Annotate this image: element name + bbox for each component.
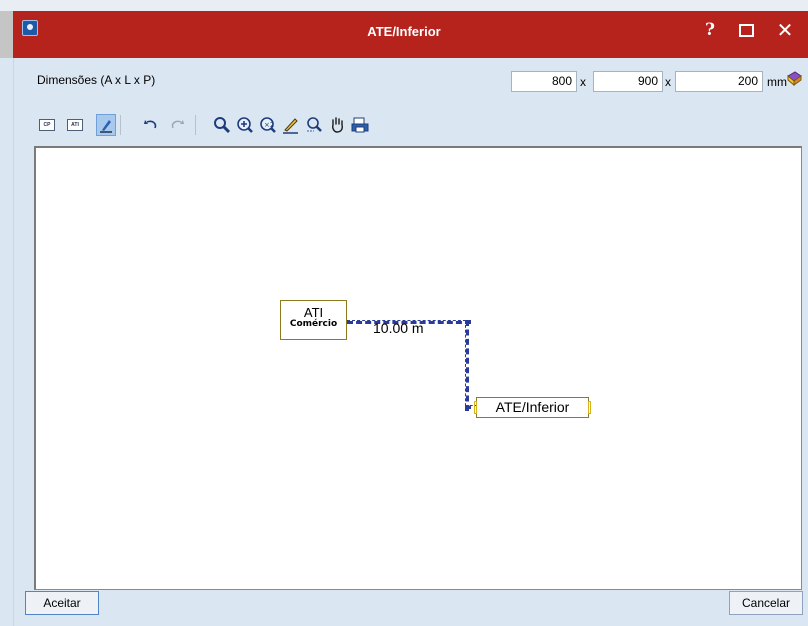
distance-label: 10.00 m [373, 320, 424, 336]
dimension-l-field[interactable]: 900 [593, 71, 663, 92]
zoom-out-icon[interactable] [304, 114, 324, 136]
ati-view-button[interactable]: ATI [65, 114, 85, 136]
toolbar-separator [120, 115, 121, 135]
dimensions-label: Dimensões (A x L x P) [37, 73, 156, 87]
zoom-in-icon[interactable] [235, 114, 255, 136]
toolbar-separator [195, 115, 196, 135]
book-icon[interactable] [786, 71, 802, 87]
ate-node[interactable]: ATE/Inferior [476, 397, 589, 418]
cp-view-button[interactable]: CP [37, 114, 57, 136]
svg-text:×2: ×2 [264, 121, 274, 129]
zoom-window-icon[interactable]: ×2 [258, 114, 278, 136]
redo-icon[interactable] [167, 114, 187, 136]
dimension-a-field[interactable]: 800 [511, 71, 577, 92]
ati-node-subtitle: Comércio [289, 319, 338, 329]
title-bar: ATE/Inferior ? ✕ [0, 0, 808, 58]
ati-node[interactable]: ATI Comércio [280, 300, 347, 340]
dimension-p-field[interactable]: 200 [675, 71, 763, 92]
ati-node-title: ATI [303, 305, 324, 320]
window-top-strip [0, 0, 808, 11]
dimension-separator: x [580, 75, 586, 89]
window-title: ATE/Inferior [367, 24, 441, 39]
drawing-canvas[interactable] [34, 146, 802, 590]
help-icon[interactable]: ? [695, 18, 725, 42]
edit-mode-icon [100, 120, 112, 133]
close-icon[interactable]: ✕ [770, 18, 800, 42]
accept-button[interactable]: Aceitar [25, 591, 99, 615]
edit-icon[interactable] [281, 114, 301, 136]
ate-node-label: ATE/Inferior [495, 399, 570, 415]
dialog-window: ATE/Inferior ? ✕ Dimensões (A x L x P) 8… [0, 0, 808, 626]
cancel-button[interactable]: Cancelar [729, 591, 803, 615]
undo-icon[interactable] [141, 114, 161, 136]
cp-view-label: CP [39, 119, 55, 131]
node-connector-left [474, 401, 477, 414]
connection-line [465, 320, 469, 411]
node-connector-right [588, 401, 591, 414]
edit-mode-button[interactable] [96, 114, 116, 136]
print-icon[interactable] [350, 114, 370, 136]
pan-hand-icon[interactable] [327, 114, 347, 136]
dimension-unit: mm [767, 75, 787, 89]
ati-view-label: ATI [67, 119, 83, 131]
zoom-all-icon[interactable] [212, 114, 232, 136]
maximize-icon[interactable] [731, 18, 761, 42]
dimension-separator: x [665, 75, 671, 89]
